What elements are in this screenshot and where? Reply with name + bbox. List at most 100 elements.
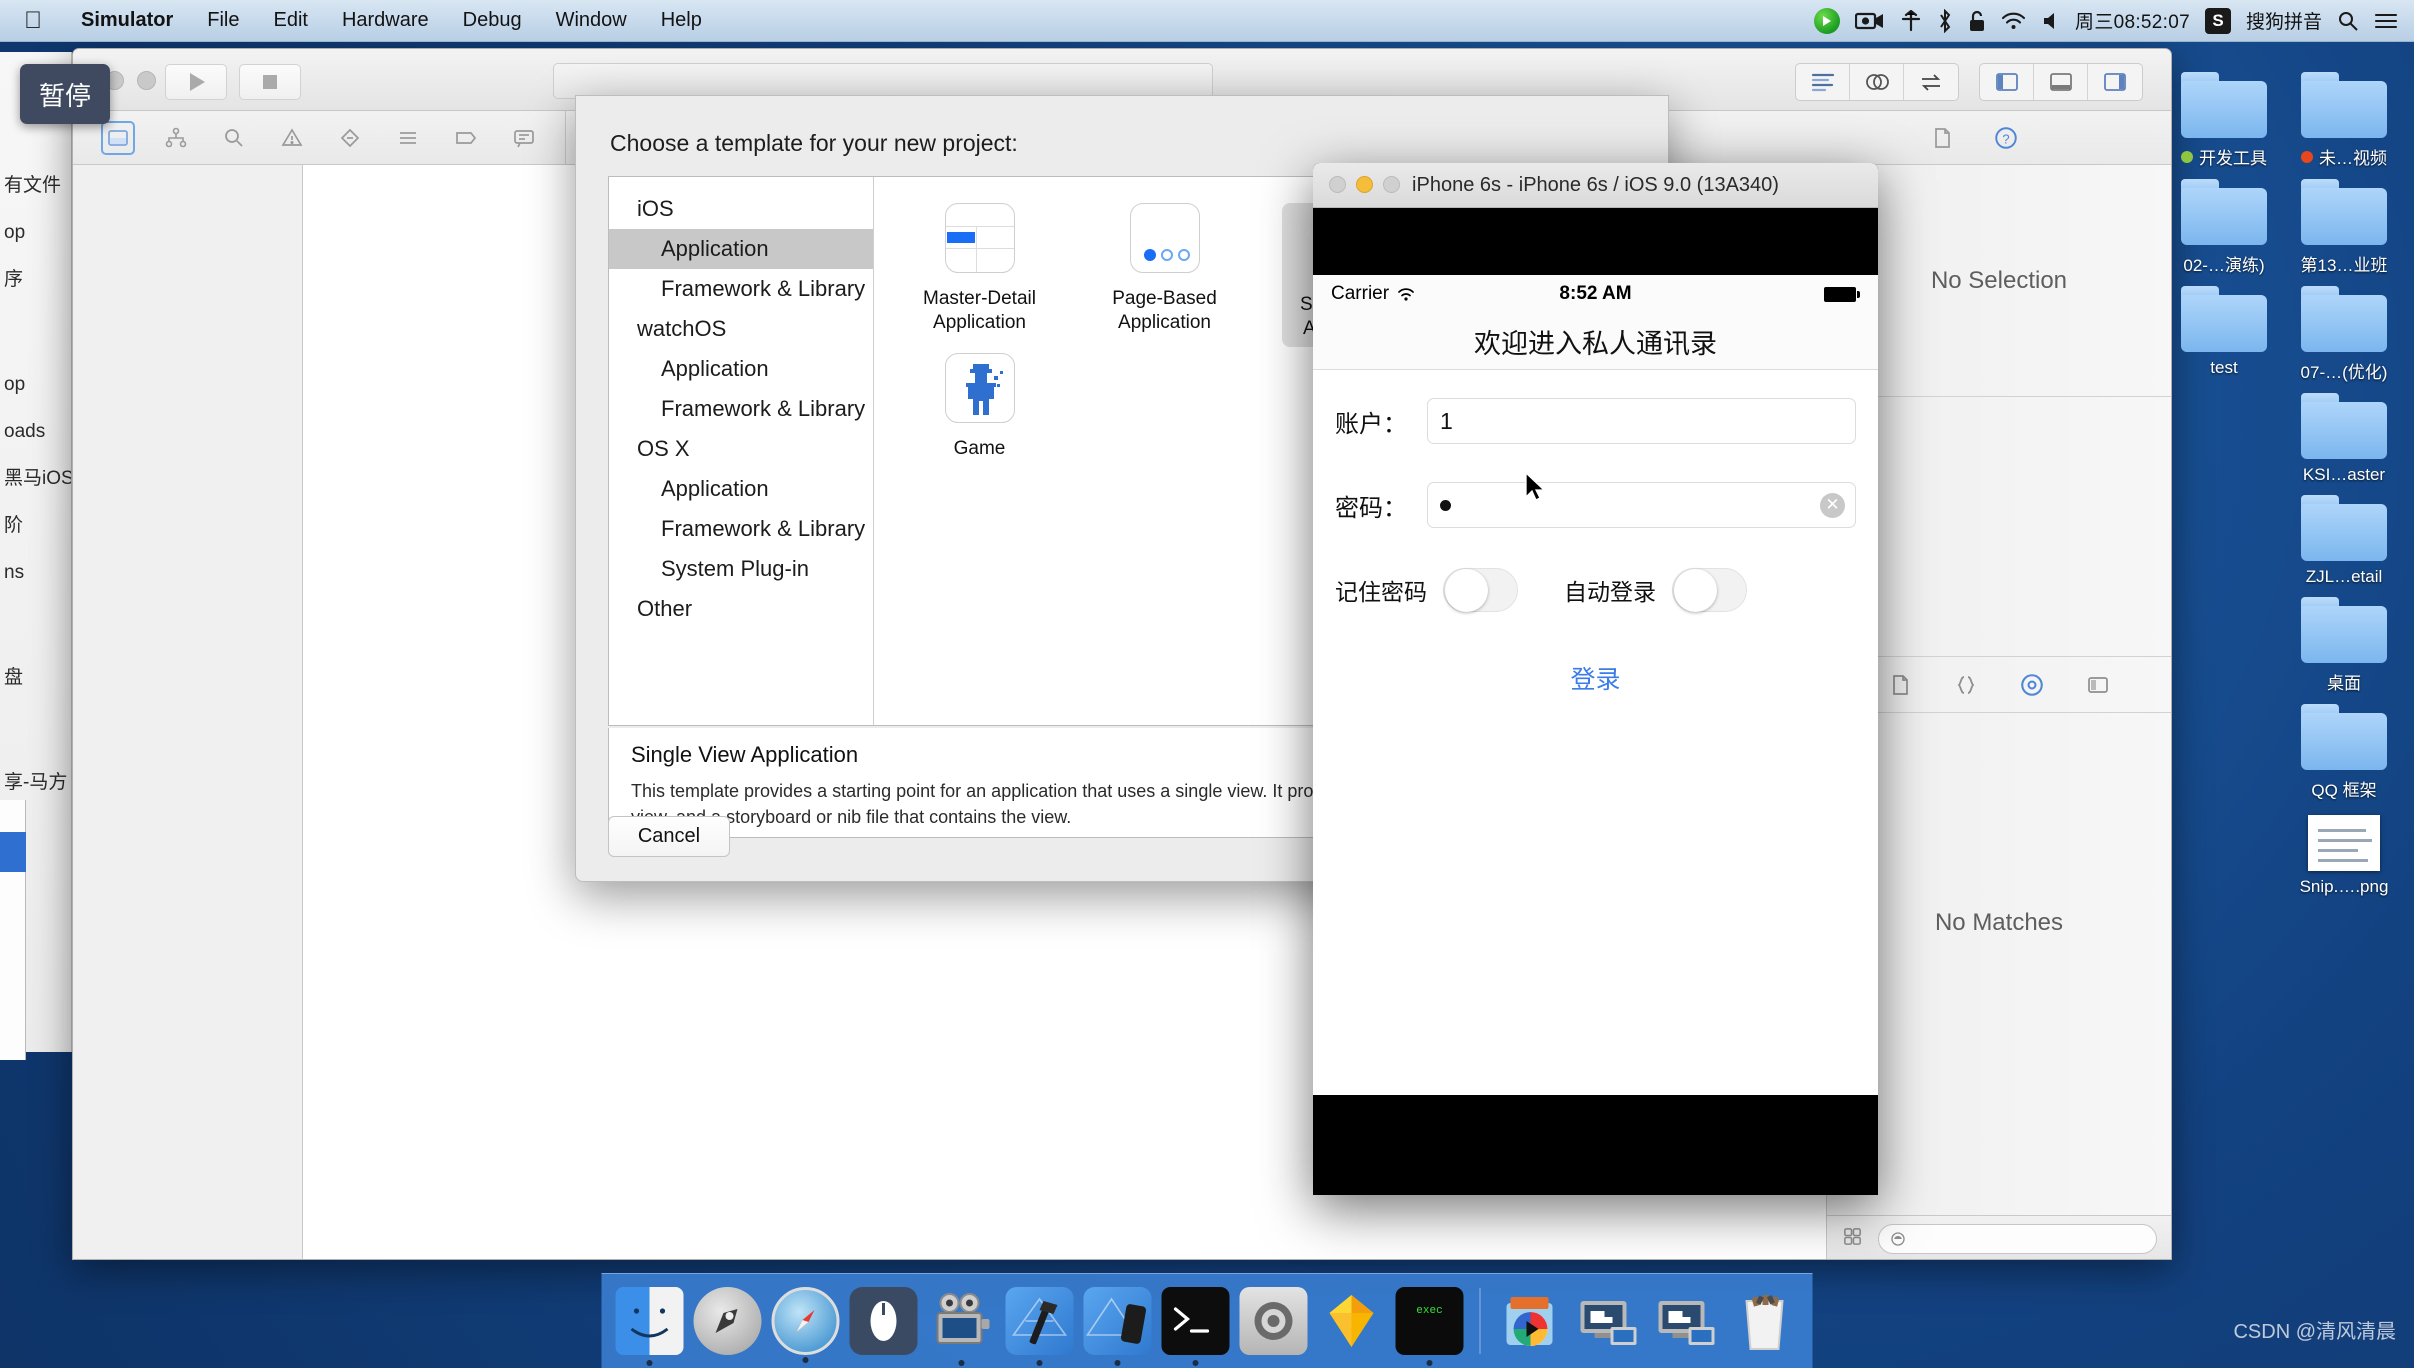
menubar-clock[interactable]: 周三08:52:07 — [2075, 7, 2190, 34]
file-inspector-icon[interactable] — [1927, 123, 1957, 153]
safari-icon[interactable] — [771, 1287, 840, 1363]
category-osx-framework[interactable]: Framework & Library — [609, 509, 873, 549]
mouse-app-icon[interactable] — [849, 1287, 918, 1355]
menu-bar-status-items[interactable]: 周三08:52:07 S 搜狗拼音 — [1814, 7, 2414, 34]
debug-navigator-icon[interactable] — [393, 123, 423, 153]
system-preferences-icon[interactable] — [1239, 1287, 1308, 1355]
sidebar-item[interactable]: 有文件 — [0, 162, 71, 209]
wifi-icon[interactable] — [2001, 11, 2027, 31]
category-osx-system-plugin[interactable]: System Plug-in — [609, 549, 873, 589]
desktop-icon[interactable]: 桌面 — [2284, 587, 2404, 694]
exec-app-icon[interactable]: exec — [1395, 1287, 1464, 1366]
bluetooth-icon[interactable] — [1937, 8, 1953, 33]
category-watchos-framework[interactable]: Framework & Library — [609, 389, 873, 429]
view-toggles-segmented-control[interactable] — [1979, 63, 2143, 101]
category-watchos-application[interactable]: Application — [609, 349, 873, 389]
desktop-icon[interactable]: 开发工具 — [2164, 62, 2284, 169]
desktop-icon[interactable]: 未…视频 — [2284, 62, 2404, 169]
toggle-debug-area-icon[interactable] — [2034, 64, 2088, 100]
sidebar-item[interactable]: 盘 — [0, 654, 71, 701]
notification-center-icon[interactable] — [2374, 11, 2398, 31]
category-other[interactable]: Other — [609, 589, 873, 629]
template-category-list[interactable]: iOS Application Framework & Library watc… — [609, 177, 874, 725]
quick-help-icon[interactable]: ? — [1991, 123, 2021, 153]
quicktime-player-icon[interactable] — [928, 1287, 996, 1366]
simulator-icon[interactable] — [1083, 1287, 1152, 1366]
finder-icon[interactable] — [615, 1287, 684, 1366]
sidebar-item[interactable]: oads — [0, 408, 71, 455]
menu-edit[interactable]: Edit — [256, 9, 324, 32]
assistant-editor-icon[interactable] — [1850, 64, 1904, 100]
menu-hardware[interactable]: Hardware — [325, 9, 446, 32]
template-game[interactable]: Game — [912, 353, 1047, 461]
lock-icon[interactable] — [1968, 9, 1986, 33]
category-osx-application[interactable]: Application — [609, 469, 873, 509]
screen-record-icon[interactable] — [1855, 10, 1885, 32]
toggle-inspector-icon[interactable] — [2088, 64, 2142, 100]
category-osx[interactable]: OS X — [609, 429, 873, 469]
search-icon[interactable] — [2337, 10, 2359, 32]
trash-icon[interactable] — [1731, 1287, 1799, 1355]
simulator-traffic-lights[interactable] — [1329, 176, 1400, 193]
file-template-library-icon[interactable] — [1884, 669, 1916, 701]
login-button[interactable]: 登录 — [1313, 660, 1878, 696]
template-master-detail[interactable]: Master-Detail Application — [912, 203, 1047, 347]
sidebar-item[interactable]: ns — [0, 549, 71, 596]
window-traffic-lights[interactable] — [105, 71, 156, 90]
breakpoint-navigator-icon[interactable] — [451, 123, 481, 153]
library-grid-icon[interactable] — [1841, 1225, 1864, 1253]
minimize-button[interactable] — [137, 71, 156, 90]
xcode-icon[interactable] — [1005, 1287, 1074, 1366]
desktop-icon[interactable]: KSI…aster — [2284, 383, 2404, 485]
play-circle-green-icon[interactable] — [1814, 7, 1841, 34]
terminal-icon[interactable] — [1161, 1287, 1230, 1366]
menu-debug[interactable]: Debug — [446, 9, 539, 32]
simulator-screen[interactable]: Carrier 8:52 AM 欢迎进入私人通讯录 账户： 1 密码： ✕ 记住… — [1313, 208, 1878, 1195]
toggle-navigator-icon[interactable] — [1980, 64, 2034, 100]
airplay-icon[interactable] — [1900, 9, 1922, 32]
remember-password-switch[interactable] — [1443, 568, 1518, 612]
desktop-icon[interactable]: test — [2164, 276, 2284, 383]
desktop-icon[interactable]: Snip.….png — [2284, 801, 2404, 897]
standard-editor-icon[interactable] — [1796, 64, 1850, 100]
clear-field-icon[interactable]: ✕ — [1820, 492, 1845, 518]
sketch-icon[interactable] — [1318, 1287, 1386, 1355]
desktop-icon[interactable]: 02-…演练) — [2164, 169, 2284, 276]
cancel-button[interactable]: Cancel — [608, 816, 730, 857]
run-button[interactable] — [165, 64, 227, 100]
symbol-navigator-icon[interactable] — [161, 123, 191, 153]
auto-login-switch[interactable] — [1672, 568, 1747, 612]
template-page-based[interactable]: Page-Based Application — [1097, 203, 1232, 347]
sidebar-item[interactable]: 阶 — [0, 502, 71, 549]
minimize-button[interactable] — [1356, 176, 1373, 193]
sogou-input-icon[interactable]: S — [2204, 7, 2231, 34]
close-button[interactable] — [1329, 176, 1346, 193]
desktop-icon[interactable]: ZJL…etail — [2284, 485, 2404, 587]
sidebar-item[interactable]: 黑马iOS — [0, 455, 71, 502]
category-ios[interactable]: iOS — [609, 189, 873, 229]
launchpad-icon[interactable] — [693, 1287, 762, 1355]
input-method-label[interactable]: 搜狗拼音 — [2246, 7, 2322, 34]
zoom-button[interactable] — [1383, 176, 1400, 193]
editor-mode-segmented-control[interactable] — [1795, 63, 1959, 101]
sidebar-item[interactable]: 序 — [0, 256, 71, 303]
library-filter-input[interactable] — [1878, 1223, 2157, 1254]
screen-sharing-icon[interactable] — [1575, 1287, 1643, 1355]
library-tab-bar[interactable] — [1827, 657, 2171, 713]
sidebar-item[interactable]: op — [0, 361, 71, 408]
mac-menu-bar[interactable]:  Simulator File Edit Hardware Debug Win… — [0, 0, 2414, 42]
apple-logo-icon[interactable]:  — [0, 8, 64, 33]
desktop-icon[interactable]: 第13…业班 — [2284, 169, 2404, 276]
stop-button[interactable] — [239, 64, 301, 100]
desktop-icon[interactable]: QQ 框架 — [2284, 694, 2404, 801]
issue-navigator-icon[interactable] — [277, 123, 307, 153]
category-ios-framework[interactable]: Framework & Library — [609, 269, 873, 309]
password-input[interactable]: ✕ — [1427, 482, 1856, 528]
sidebar-item[interactable]: op — [0, 209, 71, 256]
menu-simulator[interactable]: Simulator — [64, 9, 190, 32]
find-navigator-icon[interactable] — [219, 123, 249, 153]
navigator-tab-bar[interactable] — [73, 120, 539, 155]
object-library-icon[interactable] — [2016, 669, 2048, 701]
simulator-window[interactable]: iPhone 6s - iPhone 6s / iOS 9.0 (13A340)… — [1313, 163, 1878, 1195]
test-navigator-icon[interactable] — [335, 123, 365, 153]
